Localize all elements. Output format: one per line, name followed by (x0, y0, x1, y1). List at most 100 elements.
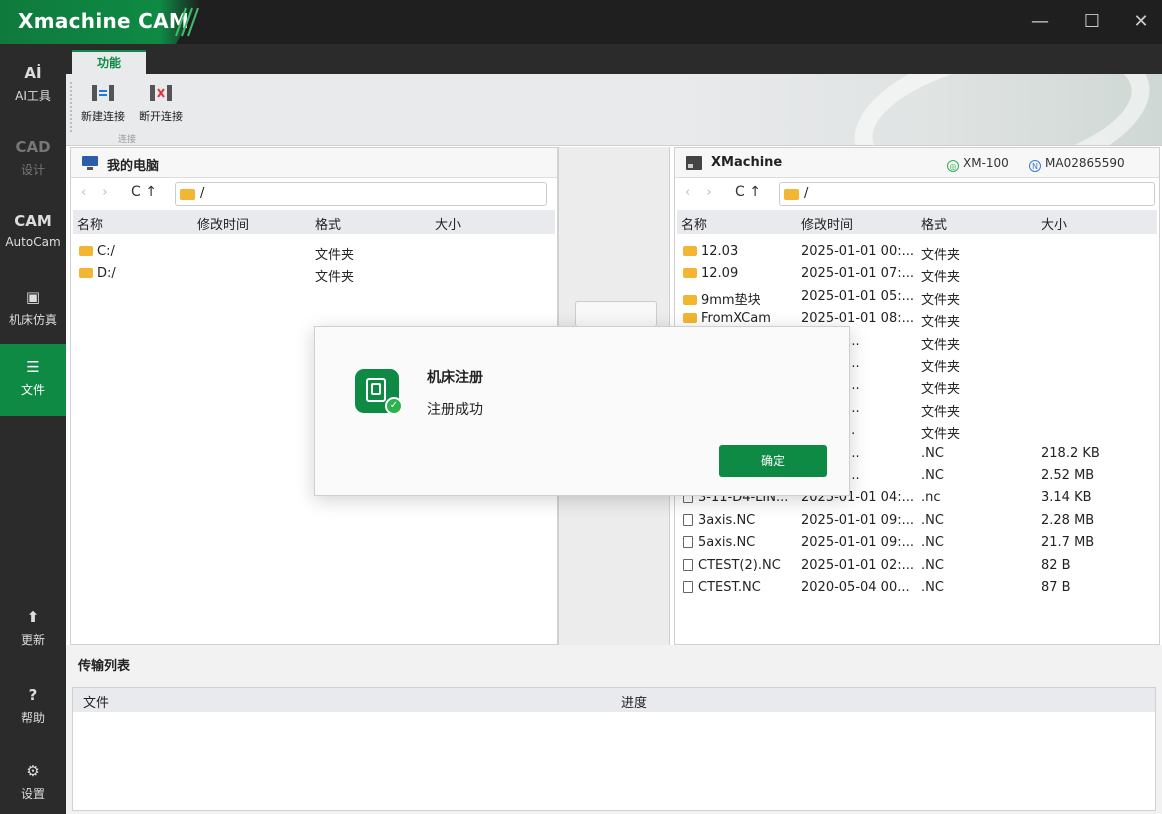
item-name: 3axis.NC (683, 513, 801, 528)
sidebar-item-autocam[interactable]: CAM AutoCam (0, 210, 66, 249)
maximize-button[interactable]: ☐ (1077, 8, 1107, 36)
transfer-section: 传输列表 文件 进度 (66, 645, 1162, 814)
item-modified: 2025-01-01 08:... (801, 311, 915, 327)
tab-functions[interactable]: 功能 (72, 50, 146, 76)
item-name: 12.03 (683, 244, 801, 259)
refresh-icon[interactable]: C (131, 184, 141, 200)
remote-nav-arrows[interactable]: ‹ › (685, 185, 718, 200)
item-size: 87 B (1041, 580, 1071, 595)
item-size: 218.2 KB (1041, 445, 1100, 461)
back-icon[interactable]: ‹ (81, 185, 92, 200)
column-modified[interactable]: 修改时间 (197, 214, 249, 233)
table-row[interactable]: CTEST(2).NC 2025-01-01 02:... .NC 82 B (677, 556, 1161, 578)
column-progress[interactable]: 进度 (621, 692, 647, 711)
new-connection-button[interactable]: 新建连接 (76, 82, 130, 124)
list-item[interactable]: C:/ 文件夹 (73, 242, 559, 264)
sidebar-item-label: 设置 (20, 787, 45, 801)
item-modified: 2025-01-01 02:... (801, 557, 915, 573)
model-badge: ◎ XM-100 (947, 156, 1009, 172)
column-name[interactable]: 名称 (77, 214, 103, 233)
gear-icon: ⚙ (26, 762, 40, 780)
sidebar-item-files[interactable]: ☰ 文件 (0, 344, 66, 416)
item-modified: 2025-01-01 09:... (801, 512, 915, 528)
back-icon[interactable]: ‹ (685, 185, 696, 200)
up-arrow-icon[interactable]: ↑ (145, 184, 157, 200)
item-type: 文件夹 (921, 360, 961, 375)
sidebar-item-settings[interactable]: ⚙ 设置 (0, 760, 66, 802)
table-row[interactable]: CTEST.NC 2020-05-04 00... .NC 87 B (677, 578, 1161, 600)
item-size: 82 B (1041, 557, 1071, 573)
transfer-button[interactable] (575, 301, 657, 327)
help-icon: ? (28, 686, 38, 704)
sidebar-item-machine-sim[interactable]: ▣ 机床仿真 (0, 286, 66, 328)
list-item[interactable]: D:/ 文件夹 (73, 264, 559, 286)
local-panel-header: 我的电脑 (71, 148, 557, 178)
folder-icon (79, 246, 93, 256)
ai-icon: Aİ (24, 64, 42, 82)
remote-panel-header: XMachine ◎ XM-100 N MA02865590 (675, 148, 1159, 178)
sidebar-item-label: 文件 (20, 383, 45, 397)
close-button[interactable]: ✕ (1126, 8, 1156, 36)
logo-stripes-icon (175, 7, 199, 37)
item-type: 文件夹 (921, 292, 961, 308)
folder-icon (683, 313, 697, 324)
column-modified[interactable]: 修改时间 (801, 214, 853, 233)
forward-icon[interactable]: › (706, 185, 717, 200)
sidebar-item-ai-tools[interactable]: Aİ AI工具 (0, 62, 66, 104)
item-size: 3.14 KB (1041, 490, 1092, 506)
item-modified: 2025-01-01 05:... (801, 288, 915, 304)
table-row[interactable]: 12.09 2025-01-01 07:... 文件夹 (677, 264, 1161, 286)
table-row[interactable]: 9mm垫块 2025-01-01 05:... 文件夹 (677, 287, 1161, 309)
sidebar: Aİ AI工具 CAD 设计 CAM AutoCam ▣ 机床仿真 ☰ 文件 ⬆… (0, 44, 66, 814)
disconnect-button[interactable]: 断开连接 (134, 82, 188, 124)
transfer-table: 文件 进度 (72, 687, 1156, 811)
sidebar-item-design[interactable]: CAD 设计 (0, 136, 66, 178)
sidebar-item-label: 设计 (20, 163, 45, 177)
table-row[interactable]: 12.03 2025-01-01 00:... 文件夹 (677, 242, 1161, 264)
remote-path-input[interactable]: / (779, 182, 1155, 206)
folder-icon (683, 246, 697, 256)
local-nav-arrows[interactable]: ‹ › (81, 185, 114, 200)
local-path-input[interactable]: / (175, 182, 547, 206)
item-name: CTEST.NC (683, 580, 801, 595)
ribbon-group-label: 连接 (118, 135, 137, 145)
item-type: .NC (921, 512, 944, 528)
transfer-header: 文件 进度 (73, 688, 1155, 712)
machine-sim-icon: ▣ (25, 288, 41, 306)
sidebar-item-label: 更新 (20, 633, 45, 647)
item-size: 2.52 MB (1041, 468, 1095, 483)
item-name: 5axis.NC (683, 535, 801, 550)
item-modified: 2025-01-01 00:... (801, 244, 915, 259)
sidebar-item-label: AI工具 (15, 89, 51, 103)
table-row[interactable]: 5axis.NC 2025-01-01 09:... .NC 21.7 MB (677, 533, 1161, 555)
up-arrow-icon[interactable]: ↑ (749, 184, 761, 200)
remote-path-text: / (804, 186, 809, 201)
item-name: C:/ (79, 244, 115, 259)
table-row[interactable]: 3axis.NC 2025-01-01 09:... .NC 2.28 MB (677, 511, 1161, 533)
local-nav-bar: ‹ › C ↑ / (71, 179, 557, 209)
sidebar-item-help[interactable]: ? 帮助 (0, 684, 66, 726)
sidebar-item-update[interactable]: ⬆ 更新 (0, 606, 66, 648)
ok-button[interactable]: 确定 (719, 445, 827, 477)
ribbon-decoration (840, 74, 1162, 145)
column-type[interactable]: 格式 (315, 214, 341, 233)
folder-icon (784, 189, 799, 200)
remote-list-header: 名称 修改时间 格式 大小 (677, 210, 1157, 234)
column-size[interactable]: 大小 (435, 214, 461, 233)
file-icon: ☰ (26, 358, 40, 376)
item-type: 文件夹 (921, 315, 961, 331)
column-name[interactable]: 名称 (681, 214, 707, 233)
column-size[interactable]: 大小 (1041, 214, 1067, 233)
remote-panel-title: XMachine (711, 155, 783, 170)
transfer-title: 传输列表 (78, 659, 131, 674)
refresh-icon[interactable]: C (735, 184, 745, 200)
new-connection-label: 新建连接 (81, 110, 125, 123)
minimize-button[interactable]: — (1025, 8, 1055, 36)
file-icon (683, 558, 693, 571)
forward-icon[interactable]: › (102, 185, 113, 200)
column-file[interactable]: 文件 (83, 692, 109, 711)
column-type[interactable]: 格式 (921, 214, 947, 233)
disconnect-label: 断开连接 (139, 110, 183, 123)
remote-refresh-up: C ↑ (735, 184, 761, 200)
computer-icon (82, 156, 98, 170)
